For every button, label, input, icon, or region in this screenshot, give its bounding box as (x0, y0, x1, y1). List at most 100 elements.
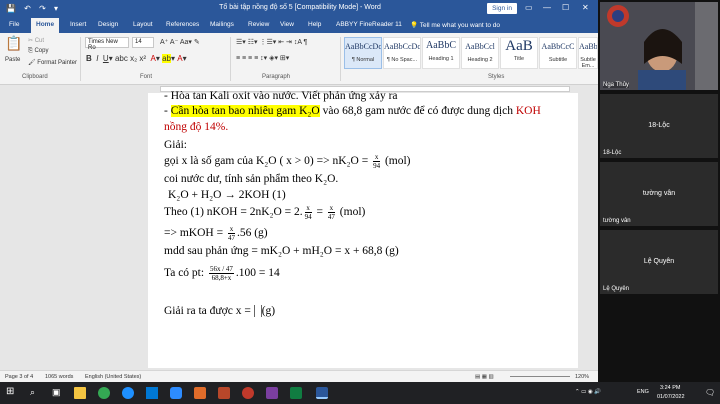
zoom-app-icon[interactable] (170, 387, 182, 399)
task-view-icon[interactable]: ▣ (52, 387, 64, 399)
style-heading-1[interactable]: AaBbC Heading 1 (422, 37, 460, 69)
input-language[interactable]: ENG (637, 389, 649, 395)
style-preview: AaBbCcDc (345, 42, 381, 51)
clipboard-group-label: Clipboard (22, 74, 48, 80)
document-page[interactable]: - Hòa tan Kali oxit vào nước. Viết phản … (148, 90, 578, 368)
style-normal[interactable]: AaBbCcDc ¶ Normal (344, 37, 382, 69)
style-title[interactable]: AaB Title (500, 37, 538, 69)
participant-name: Lệ Quyên (603, 286, 630, 292)
denominator: 47 (227, 234, 235, 242)
copy-label: Copy (34, 48, 49, 54)
sign-in-button[interactable]: Sign in (487, 3, 517, 14)
tab-insert[interactable]: Insert (70, 21, 86, 28)
alignment-buttons[interactable]: ≡ ≡ ≡ ≡ ↕▾ ◈▾ ⊞▾ (236, 54, 289, 62)
participant-center-name: tường vân (642, 190, 676, 197)
font-size-select[interactable]: 14 (132, 37, 154, 48)
paragraph-group-label: Paragraph (262, 74, 291, 80)
text: .100 = 14 (235, 267, 280, 280)
denominator: 94 (304, 213, 312, 221)
doc-line: => mKOH = x 47.56 (g) (164, 225, 268, 242)
tab-review[interactable]: Review (248, 21, 269, 28)
text: Ta có pt: (164, 267, 207, 280)
participant-tile[interactable]: Lệ Quyên Lệ Quyên (600, 230, 718, 294)
tab-file[interactable]: File (9, 21, 19, 28)
windows-start-icon[interactable]: ⊞ (6, 386, 18, 398)
font-grow-shrink-icons[interactable]: A⁺ A⁻ Aa▾ ✎ (160, 38, 200, 46)
windows-taskbar: ⊞ ⌕ ▣ ⌃ ▭ ◉ 🔊 ENG 3:24 PM 01/07/2022 🗨 (0, 382, 720, 404)
fraction: x 47 (227, 225, 235, 242)
word-count[interactable]: 1065 words (45, 374, 73, 380)
font-format-buttons[interactable]: B I U▾ abc x₂ x² A▾ ab▾ A▾ (86, 54, 187, 63)
zoom-level[interactable]: 120% (575, 374, 589, 380)
participant-tile[interactable]: tường vân tường vân (600, 162, 718, 226)
doc-line: coi nước dư, tính sản phẩm theo K₂O. (164, 173, 339, 185)
app-icon[interactable] (266, 387, 278, 399)
style-preview: AaBbCcDc (579, 42, 597, 51)
paste-button[interactable]: Paste (5, 57, 20, 63)
format-painter-button[interactable]: 🖌 Format Painter (28, 59, 77, 66)
tab-layout[interactable]: Layout (133, 21, 153, 28)
tab-home[interactable]: Home (31, 18, 60, 33)
doc-line: gọi x là số gam của K₂O ( x > 0) => nK₂O… (164, 153, 411, 170)
font-name-select[interactable]: Times New Ro (85, 37, 129, 51)
powerpoint-icon[interactable] (218, 387, 230, 399)
text: (mol) (382, 155, 411, 168)
page-count[interactable]: Page 3 of 4 (5, 374, 33, 380)
text: => mKOH = (164, 227, 226, 240)
edge-icon[interactable] (122, 387, 134, 399)
paste-icon[interactable]: 📋 (5, 35, 22, 52)
maximize-icon[interactable]: ☐ (562, 3, 569, 12)
minimize-icon[interactable]: — (543, 3, 551, 12)
tray-icons[interactable]: ⌃ ▭ ◉ 🔊 (575, 389, 601, 395)
tab-mailings[interactable]: Mailings (210, 21, 234, 28)
language-status[interactable]: English (United States) (85, 374, 141, 380)
list-buttons[interactable]: ☰▾ ☷▾ ⋮☰▾ ⇤ ⇥ ↕A ¶ (236, 38, 307, 46)
style-no-spacing[interactable]: AaBbCcDc ¶ No Spac... (383, 37, 421, 69)
file-explorer-icon[interactable] (74, 387, 86, 399)
ribbon-display-icon[interactable]: ▭ (525, 3, 533, 12)
numerator: x (304, 204, 312, 213)
notification-icon[interactable]: 🗨 (705, 388, 715, 397)
chrome-icon[interactable] (98, 387, 110, 399)
doc-line: mdd sau phản ứng = mK₂O + mH₂O = x + 68,… (164, 245, 399, 257)
cut-button[interactable]: ✂ Cut (28, 37, 44, 44)
search-icon[interactable]: ⌕ (30, 387, 42, 399)
divider (230, 37, 231, 81)
divider (340, 37, 341, 81)
zoom-slider[interactable] (510, 376, 570, 377)
app-icon[interactable] (242, 387, 254, 399)
ribbon-tabs: File Home Insert Design Layout Reference… (0, 17, 598, 33)
tab-design[interactable]: Design (98, 21, 118, 28)
style-name: Subtitle (548, 57, 568, 63)
tab-view[interactable]: View (280, 21, 294, 28)
participant-video[interactable]: Nga Thủy (600, 2, 718, 90)
tell-me-search[interactable]: 💡 Tell me what you want to do (410, 21, 500, 29)
tab-help[interactable]: Help (308, 21, 321, 28)
excel-icon[interactable] (290, 387, 302, 399)
quick-access-toolbar[interactable]: 💾 ↶ ↷ ▾ (6, 4, 61, 13)
style-preview: AaB (505, 38, 533, 54)
style-heading-2[interactable]: AaBbCcl Heading 2 (461, 37, 499, 69)
app-icon[interactable] (194, 387, 206, 399)
copy-button[interactable]: ⎘ Copy (28, 48, 48, 55)
participant-center-name: Lệ Quyên (643, 258, 675, 265)
clock-time[interactable]: 3:24 PM (660, 385, 680, 391)
window-title: Tổ bài tập nồng độ số 5 [Compatibility M… (219, 4, 381, 11)
view-mode-icons[interactable]: ▤ ▦ ▥ (475, 374, 494, 380)
doc-line: Giải: (164, 139, 187, 151)
participant-tile[interactable]: 18-Lộc 18-Lộc (600, 94, 718, 158)
clock-date[interactable]: 01/07/2022 (657, 394, 685, 400)
tab-abbyy[interactable]: ABBYY FineReader 11 (336, 21, 402, 28)
denominator: 94 (373, 162, 381, 170)
close-icon[interactable]: ✕ (582, 3, 589, 12)
numerator: 56x / 47 (208, 265, 234, 274)
format-painter-label: Format Painter (37, 60, 77, 66)
style-name: Heading 2 (467, 57, 493, 63)
word-icon[interactable] (316, 387, 328, 399)
style-preview: AaBbC (426, 40, 456, 51)
style-subtitle[interactable]: AaBbCcC Subtitle (539, 37, 577, 69)
store-icon[interactable] (146, 387, 158, 399)
style-subtle-emphasis[interactable]: AaBbCcDc Subtle Em... (578, 37, 598, 69)
ribbon: 📋 Paste ✂ Cut ⎘ Copy 🖌 Format Painter Cl… (0, 33, 598, 85)
tab-references[interactable]: References (166, 21, 199, 28)
